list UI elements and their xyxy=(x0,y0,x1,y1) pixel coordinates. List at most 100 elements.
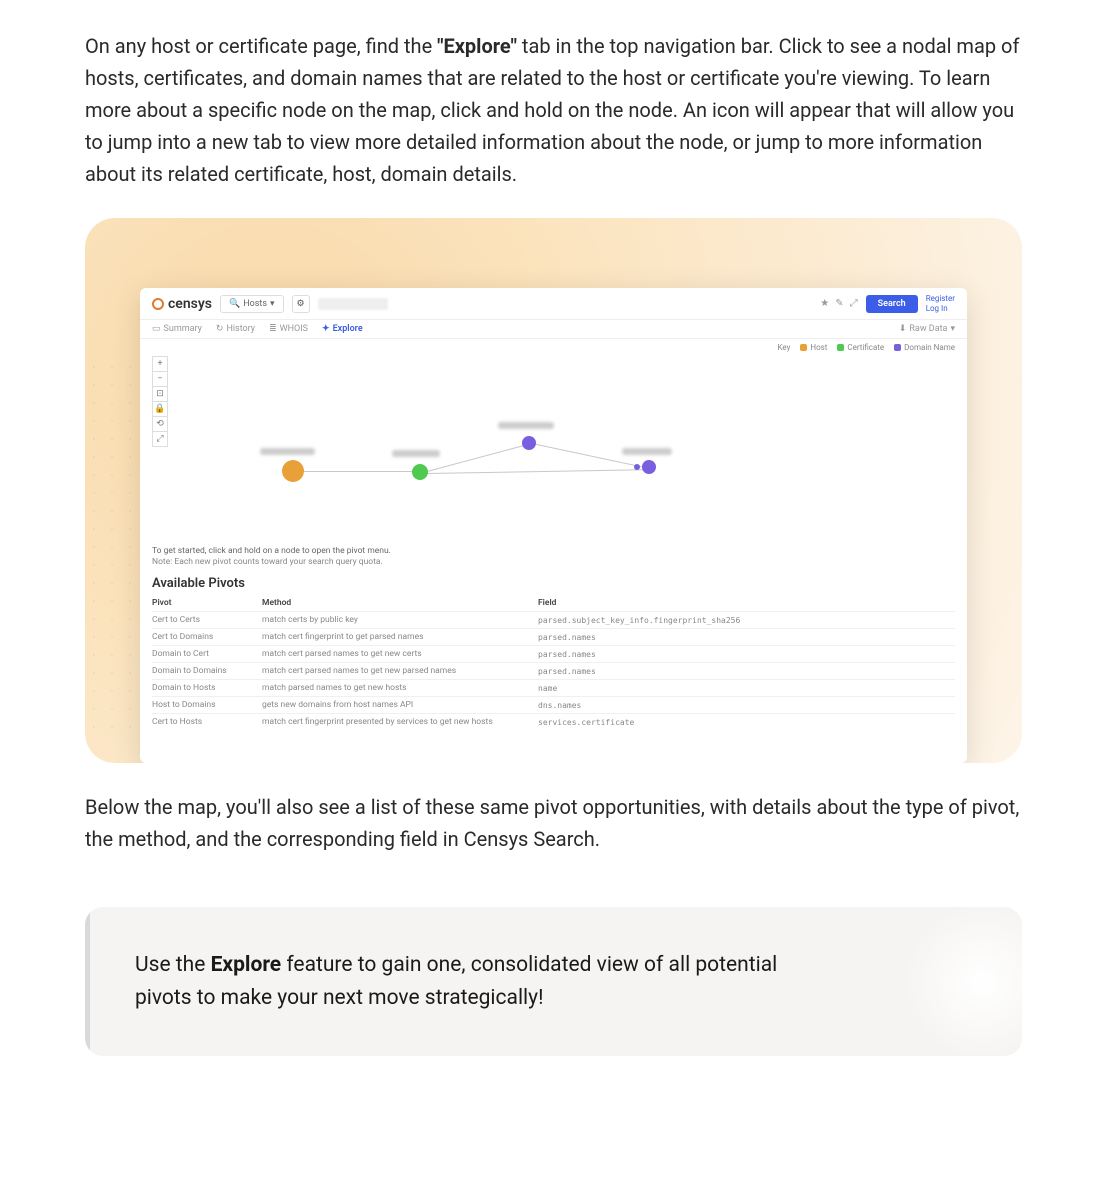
key-cert-label: Certificate xyxy=(847,343,884,352)
graph-canvas[interactable]: + − ⊡ 🔒 ⟲ ⤢ xyxy=(152,356,955,546)
intro-text-pre: On any host or certificate page, find th… xyxy=(85,34,437,58)
gear-icon: ⚙ xyxy=(297,299,305,309)
key-cert: Certificate xyxy=(837,343,884,352)
search-button[interactable]: Search xyxy=(866,295,918,313)
monitor-icon: ▭ xyxy=(152,324,161,334)
zoom-out-button[interactable]: − xyxy=(152,371,168,387)
pivots-table: Pivot Method Field Cert to Certsmatch ce… xyxy=(140,595,967,730)
fullscreen-button[interactable]: ⤢ xyxy=(152,431,168,447)
pivot-field: name xyxy=(538,684,955,693)
callout-pre: Use the xyxy=(135,953,211,977)
pivot-name: Host to Domains xyxy=(152,700,262,710)
node-label-blurred xyxy=(260,448,315,455)
tab-bar: ▭ Summary ↻ History ≣ WHOIS ✦ Explore ⬇ … xyxy=(140,320,967,339)
pivot-name: Domain to Cert xyxy=(152,649,262,659)
tab-history-label: History xyxy=(226,324,255,334)
pivots-row[interactable]: Domain to Certmatch cert parsed names to… xyxy=(152,645,955,662)
auth-links: Register Log In xyxy=(926,294,955,313)
key-domain-swatch xyxy=(894,344,901,351)
col-method: Method xyxy=(262,598,522,608)
pivot-method: match cert fingerprint presented by serv… xyxy=(262,717,522,727)
explore-bold: "Explore" xyxy=(437,34,517,58)
history-icon: ↻ xyxy=(216,324,224,334)
pivot-field: parsed.subject_key_info.fingerprint_sha2… xyxy=(538,616,955,625)
key-label: Key xyxy=(777,343,790,352)
search-glyph: 🔍 xyxy=(229,299,240,309)
tab-summary-label: Summary xyxy=(164,324,202,334)
legend-row: Key Host Certificate Domain Name xyxy=(140,339,967,356)
graph-edge xyxy=(427,442,535,472)
tab-whois-label: WHOIS xyxy=(280,324,308,334)
logo-icon xyxy=(152,298,164,310)
brand-text: censys xyxy=(168,296,212,312)
tab-explore-label: Explore xyxy=(333,324,363,334)
tab-whois[interactable]: ≣ WHOIS xyxy=(269,324,308,334)
pivot-field: parsed.names xyxy=(538,650,955,659)
zoom-in-button[interactable]: + xyxy=(152,356,168,372)
col-pivot: Pivot xyxy=(152,598,262,608)
lock-button[interactable]: 🔒 xyxy=(152,401,168,417)
login-link[interactable]: Log In xyxy=(926,304,955,314)
col-field: Field xyxy=(538,598,955,608)
edit-icon[interactable]: ✎ xyxy=(835,298,843,309)
graph-node-domain[interactable] xyxy=(642,460,656,474)
pivots-row[interactable]: Domain to Hostsmatch parsed names to get… xyxy=(152,679,955,696)
hint-line-1: To get started, click and hold on a node… xyxy=(152,546,955,557)
pivots-row[interactable]: Cert to Hostsmatch cert fingerprint pres… xyxy=(152,713,955,730)
search-input-blurred[interactable] xyxy=(318,298,388,310)
pivots-row[interactable]: Domain to Domainsmatch cert parsed names… xyxy=(152,662,955,679)
node-label-blurred xyxy=(392,450,440,457)
download-icon: ⬇ xyxy=(899,324,907,334)
app-mock: censys 🔍 Hosts ▾ ⚙ ★ ✎ ⤢ Search Register… xyxy=(140,288,967,763)
tab-summary[interactable]: ▭ Summary xyxy=(152,324,202,334)
graph-edge xyxy=(427,469,645,474)
pivot-method: gets new domains from host names API xyxy=(262,700,522,710)
pivot-name: Cert to Domains xyxy=(152,632,262,642)
chevron-down-icon: ▾ xyxy=(270,299,275,309)
pivot-field: parsed.names xyxy=(538,633,955,642)
star-icon[interactable]: ★ xyxy=(820,298,829,309)
key-domain: Domain Name xyxy=(894,343,955,352)
key-host: Host xyxy=(800,343,827,352)
graph-node-certificate[interactable] xyxy=(412,464,428,480)
pivot-field: dns.names xyxy=(538,701,955,710)
tab-history[interactable]: ↻ History xyxy=(216,324,255,334)
hint-line-2: Note: Each new pivot counts toward your … xyxy=(152,557,955,568)
scope-label: Hosts xyxy=(243,299,267,309)
rawdata-dropdown[interactable]: ⬇ Raw Data ▾ xyxy=(899,324,955,334)
graph-node-domain[interactable] xyxy=(522,436,536,450)
callout-text: Use the Explore feature to gain one, con… xyxy=(135,949,835,1014)
hint-text: To get started, click and hold on a node… xyxy=(140,546,967,568)
pivots-row[interactable]: Host to Domainsgets new domains from hos… xyxy=(152,696,955,713)
key-host-swatch xyxy=(800,344,807,351)
settings-button[interactable]: ⚙ xyxy=(292,295,310,313)
key-host-label: Host xyxy=(810,343,827,352)
intro-paragraph: On any host or certificate page, find th… xyxy=(85,30,1022,190)
below-map-paragraph: Below the map, you'll also see a list of… xyxy=(85,791,1022,855)
pivot-name: Domain to Hosts xyxy=(152,683,262,693)
tab-explore[interactable]: ✦ Explore xyxy=(322,324,363,334)
pivots-row[interactable]: Cert to Domainsmatch cert fingerprint to… xyxy=(152,628,955,645)
rawdata-label: Raw Data xyxy=(909,324,947,334)
expand-icon[interactable]: ⤢ xyxy=(850,298,858,309)
register-link[interactable]: Register xyxy=(926,294,955,304)
key-cert-swatch xyxy=(837,344,844,351)
header-tool-icons: ★ ✎ ⤢ xyxy=(820,298,857,309)
pivot-method: match parsed names to get new hosts xyxy=(262,683,522,693)
refresh-button[interactable]: ⟲ xyxy=(152,416,168,432)
callout-box: Use the Explore feature to gain one, con… xyxy=(85,907,1022,1056)
chevron-down-icon: ▾ xyxy=(950,324,955,334)
graph-node-host[interactable] xyxy=(282,460,304,482)
key-domain-label: Domain Name xyxy=(904,343,955,352)
pivots-row[interactable]: Cert to Certsmatch certs by public key pa… xyxy=(152,611,955,628)
pivot-field: services.certificate xyxy=(538,718,955,727)
node-label-blurred xyxy=(622,448,672,455)
pivot-name: Domain to Domains xyxy=(152,666,262,676)
pivot-method: match cert parsed names to get new parse… xyxy=(262,666,522,676)
pivot-method: match certs by public key xyxy=(262,615,522,625)
pivot-name: Cert to Hosts xyxy=(152,717,262,727)
scope-dropdown[interactable]: 🔍 Hosts ▾ xyxy=(220,295,284,313)
pivot-name: Cert to Certs xyxy=(152,615,262,625)
fit-button[interactable]: ⊡ xyxy=(152,386,168,402)
whois-icon: ≣ xyxy=(269,324,277,334)
